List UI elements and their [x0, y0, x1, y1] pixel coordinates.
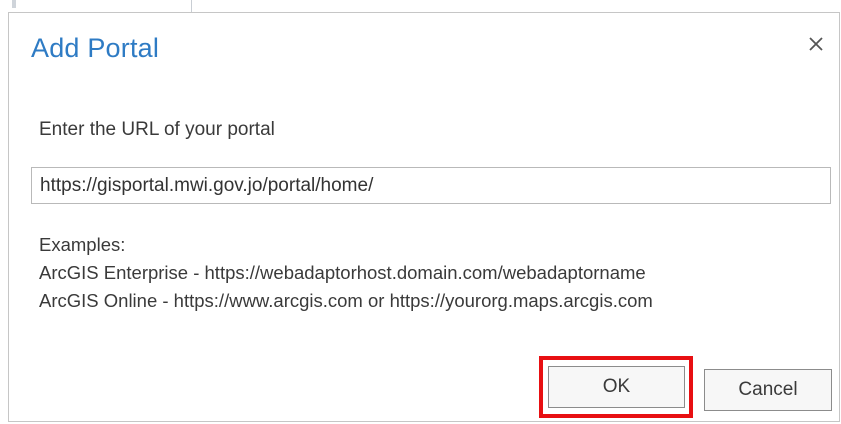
- add-portal-dialog: Add Portal Enter the URL of your portal …: [8, 12, 840, 422]
- examples-block: Examples: ArcGIS Enterprise - https://we…: [39, 231, 653, 315]
- close-icon: [808, 36, 824, 52]
- cancel-button[interactable]: Cancel: [704, 369, 832, 411]
- example-enterprise: ArcGIS Enterprise - https://webadaptorho…: [39, 262, 646, 283]
- backdrop-fragment: [191, 0, 192, 12]
- close-button[interactable]: [803, 31, 829, 57]
- dialog-title: Add Portal: [31, 33, 160, 63]
- screen: Add Portal Enter the URL of your portal …: [0, 0, 841, 424]
- ok-button[interactable]: OK: [548, 366, 685, 408]
- url-prompt-label: Enter the URL of your portal: [39, 119, 275, 140]
- backdrop-fragment: [12, 0, 16, 8]
- portal-url-input[interactable]: [31, 167, 831, 204]
- examples-heading: Examples:: [39, 234, 126, 255]
- example-online: ArcGIS Online - https://www.arcgis.com o…: [39, 290, 653, 311]
